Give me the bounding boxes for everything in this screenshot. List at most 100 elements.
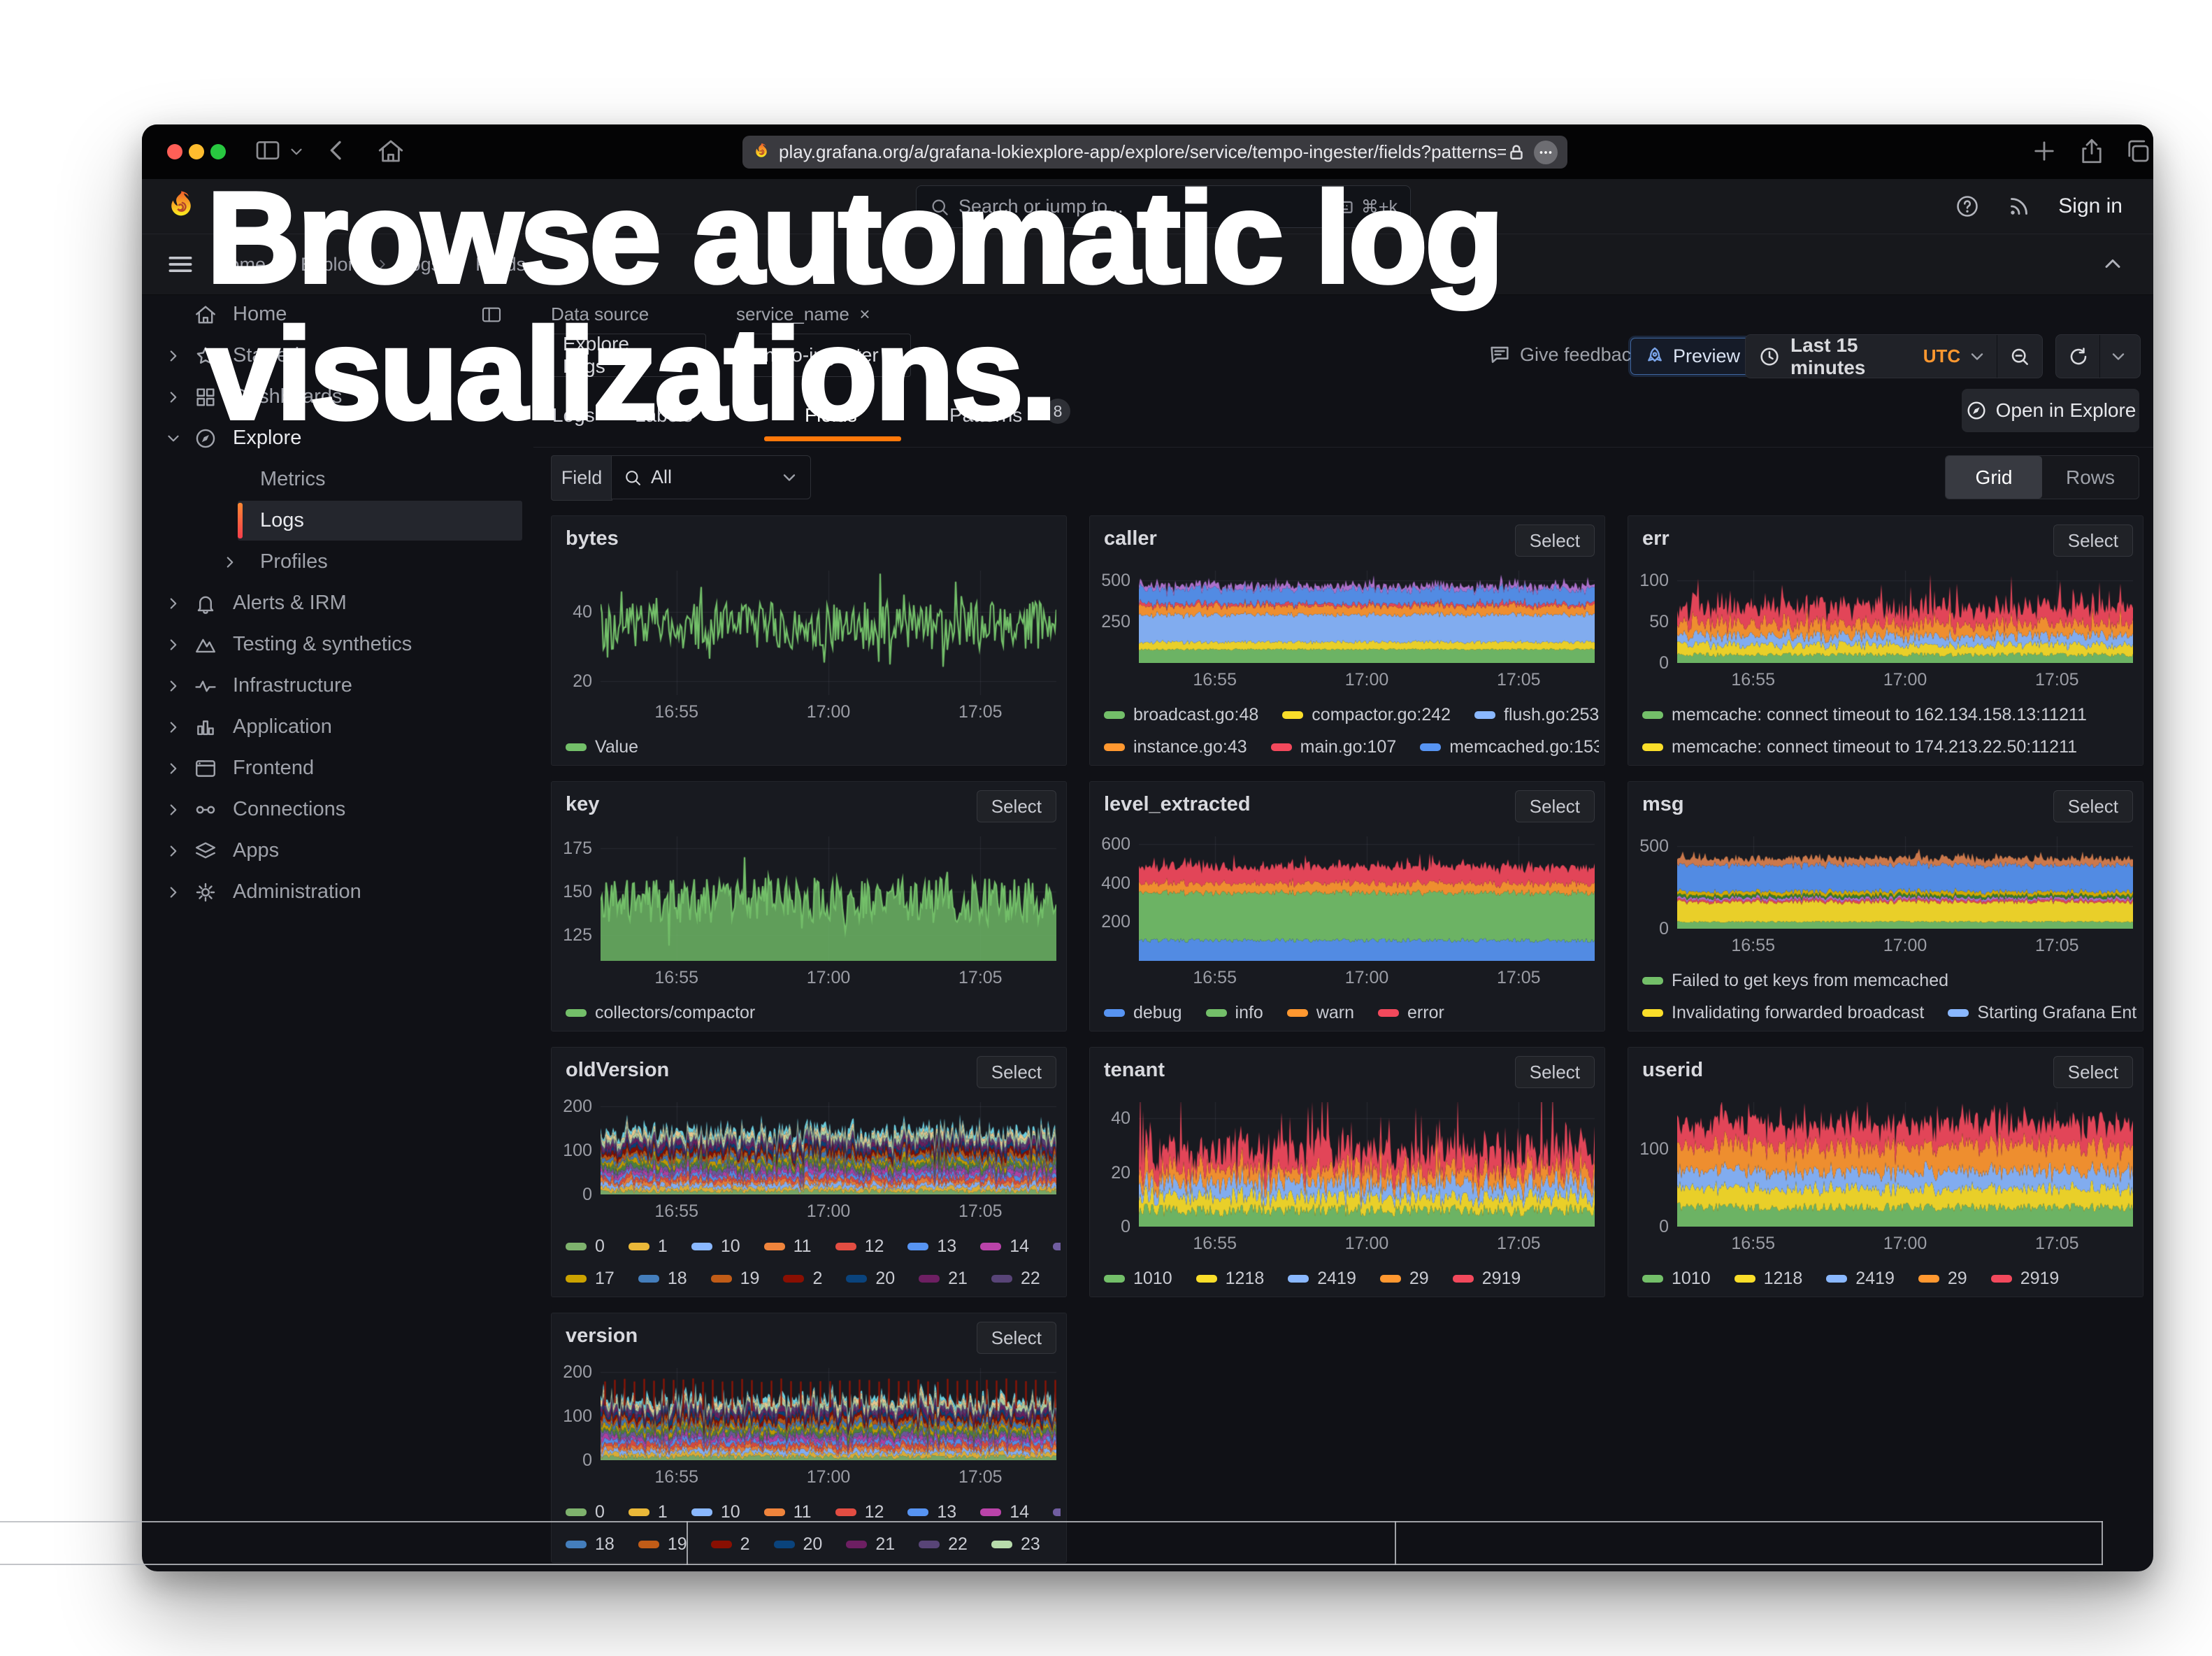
grafana-logo-icon[interactable] — [165, 189, 197, 224]
sign-in-button[interactable]: Sign in — [2058, 194, 2123, 218]
legend-item[interactable]: 2 — [711, 1534, 750, 1555]
sidebar-item-infrastructure[interactable]: Infrastructure — [142, 665, 533, 706]
sidebar-item-connections[interactable]: Connections — [142, 789, 533, 830]
legend-item[interactable]: 2419 — [1288, 1269, 1356, 1289]
legend-item[interactable]: Invalidating forwarded broadcast — [1642, 1003, 1924, 1023]
legend-item[interactable]: 20 — [774, 1534, 823, 1555]
legend-item[interactable]: 2419 — [1826, 1269, 1895, 1289]
back-icon[interactable] — [322, 136, 350, 164]
legend-item[interactable]: 1 — [629, 1502, 668, 1522]
select-button[interactable]: Select — [977, 1322, 1056, 1354]
rss-icon[interactable] — [2006, 194, 2032, 219]
legend-item[interactable]: instance.go:43 — [1104, 737, 1247, 757]
select-button[interactable]: Select — [2053, 1056, 2133, 1088]
chevron-right-icon[interactable] — [221, 553, 239, 571]
chevron-right-icon[interactable] — [164, 883, 188, 901]
legend-item[interactable]: 2919 — [1453, 1269, 1521, 1289]
legend-item[interactable]: error — [1378, 1003, 1444, 1023]
legend-item[interactable]: 22 — [919, 1534, 968, 1555]
legend-item[interactable]: 10 — [691, 1236, 740, 1257]
preview-badge[interactable]: Preview — [1630, 338, 1753, 375]
time-range-picker[interactable]: Last 15 minutes UTC — [1745, 334, 2043, 378]
select-button[interactable]: Select — [977, 1056, 1056, 1088]
sidebar-item-administration[interactable]: Administration — [142, 871, 533, 913]
chevron-right-icon[interactable] — [164, 718, 188, 736]
legend-item[interactable]: 12 — [835, 1502, 884, 1522]
legend-item[interactable]: 0 — [566, 1502, 605, 1522]
legend-item[interactable]: 18 — [638, 1269, 687, 1289]
legend-item[interactable]: info — [1206, 1003, 1263, 1023]
legend-item[interactable]: 1218 — [1196, 1269, 1265, 1289]
legend-item[interactable]: 11 — [764, 1502, 812, 1522]
sidebar-item-frontend[interactable]: Frontend — [142, 748, 533, 789]
chevron-right-icon[interactable] — [164, 388, 188, 406]
rows-view-button[interactable]: Rows — [2042, 456, 2139, 499]
sidebar-item-profiles[interactable]: Profiles — [142, 541, 533, 583]
open-in-explore-button[interactable]: Open in Explore — [1962, 389, 2139, 432]
chevron-right-icon[interactable] — [164, 347, 188, 365]
grid-view-button[interactable]: Grid — [1946, 456, 2042, 499]
legend-item[interactable]: 19 — [638, 1534, 687, 1555]
legend-item[interactable]: 23 — [991, 1534, 1040, 1555]
select-button[interactable]: Select — [2053, 790, 2133, 822]
share-icon[interactable] — [2077, 136, 2106, 166]
legend-item[interactable]: Value — [566, 737, 638, 757]
legend-item[interactable]: memcache: connect timeout to 162.134.158… — [1642, 705, 2087, 725]
select-button[interactable]: Select — [2053, 524, 2133, 557]
legend-item[interactable]: 20 — [846, 1269, 895, 1289]
legend-item[interactable]: 14 — [980, 1502, 1029, 1522]
select-button[interactable]: Select — [977, 790, 1056, 822]
legend-item[interactable]: broadcast.go:48 — [1104, 705, 1258, 725]
legend-item[interactable]: 1 — [629, 1236, 668, 1257]
legend-item[interactable]: 22 — [991, 1269, 1040, 1289]
legend-item[interactable]: 1010 — [1104, 1269, 1172, 1289]
give-feedback-link[interactable]: Give feedback — [1488, 343, 1641, 366]
legend-item[interactable]: 2 — [783, 1269, 822, 1289]
sidebar-toggle-icon[interactable] — [254, 136, 282, 164]
sidebar-item-logs[interactable]: Logs — [142, 500, 533, 541]
legend-item[interactable]: 15 — [1053, 1502, 1061, 1522]
legend-item[interactable]: 15 — [1053, 1236, 1061, 1257]
browser-home-icon[interactable] — [376, 136, 405, 166]
sidebar-item-application[interactable]: Application — [142, 706, 533, 748]
legend-item[interactable]: debug — [1104, 1003, 1182, 1023]
legend-item[interactable]: 18 — [566, 1534, 615, 1555]
legend-item[interactable]: 2919 — [1991, 1269, 2060, 1289]
legend-item[interactable]: warn — [1287, 1003, 1354, 1023]
legend-item[interactable]: 21 — [846, 1534, 895, 1555]
chevron-right-icon[interactable] — [164, 801, 188, 819]
legend-item[interactable]: 13 — [907, 1236, 956, 1257]
chevron-down-icon[interactable] — [164, 429, 188, 448]
address-bar[interactable]: play.grafana.org/a/grafana-lokiexplore-a… — [742, 136, 1567, 169]
legend-item[interactable]: compactor.go:242 — [1282, 705, 1451, 725]
tab-overview-chevron-icon[interactable] — [287, 143, 306, 161]
legend-item[interactable]: 1010 — [1642, 1269, 1711, 1289]
chevron-right-icon[interactable] — [164, 636, 188, 654]
chevron-up-icon[interactable] — [2100, 251, 2125, 276]
refresh-button[interactable] — [2055, 334, 2141, 378]
legend-item[interactable]: 10 — [691, 1502, 740, 1522]
legend-item[interactable]: main.go:107 — [1271, 737, 1397, 757]
zoom-out-icon[interactable] — [2009, 345, 2031, 368]
select-button[interactable]: Select — [1515, 790, 1595, 822]
field-search-select[interactable]: All — [611, 455, 811, 499]
legend-item[interactable]: 17 — [566, 1269, 615, 1289]
legend-item[interactable]: 11 — [764, 1236, 812, 1257]
close-window-button[interactable] — [167, 144, 182, 159]
chevron-right-icon[interactable] — [164, 759, 188, 778]
maximize-window-button[interactable] — [210, 144, 226, 159]
sidebar-item-apps[interactable]: Apps — [142, 830, 533, 871]
legend-item[interactable]: 29 — [1380, 1269, 1429, 1289]
legend-item[interactable]: 12 — [835, 1236, 884, 1257]
new-tab-icon[interactable] — [2030, 136, 2059, 166]
legend-item[interactable]: flush.go:253 — [1474, 705, 1599, 725]
select-button[interactable]: Select — [1515, 1056, 1595, 1088]
legend-item[interactable]: Starting Grafana Enterpri — [1948, 1003, 2137, 1023]
legend-item[interactable]: 14 — [980, 1236, 1029, 1257]
legend-item[interactable]: memcache: connect timeout to 174.213.22.… — [1642, 737, 2077, 757]
legend-item[interactable]: collectors/compactor — [566, 1003, 755, 1023]
help-icon[interactable] — [1955, 194, 1980, 219]
sidebar-item-testing-synthetics[interactable]: Testing & synthetics — [142, 624, 533, 665]
chevron-right-icon[interactable] — [164, 677, 188, 695]
legend-item[interactable]: 13 — [907, 1502, 956, 1522]
